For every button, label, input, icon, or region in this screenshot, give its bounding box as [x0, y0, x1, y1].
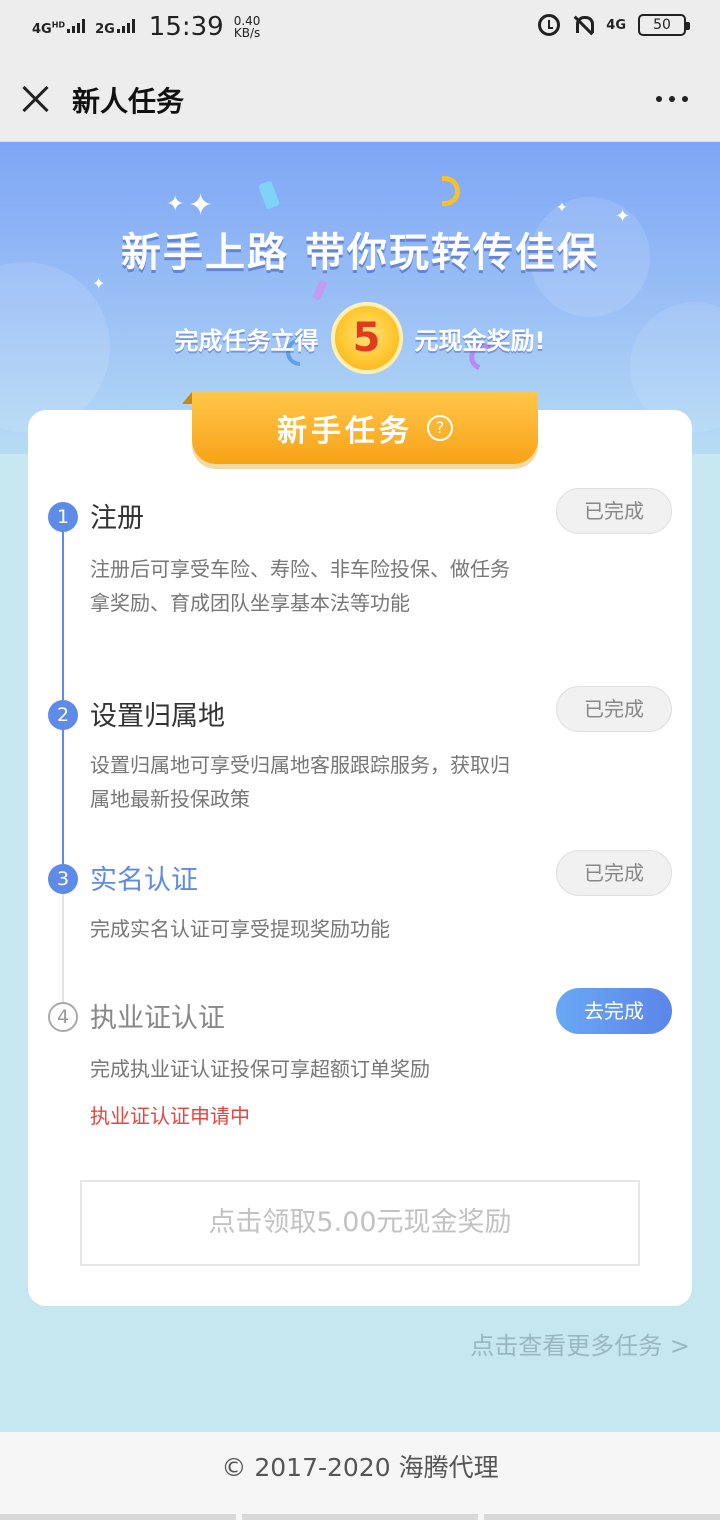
help-icon[interactable]: ? [427, 415, 453, 441]
network-2g-indicator: 2G [95, 18, 135, 36]
task-status: 执业证认证申请中 [90, 1104, 250, 1128]
coin-icon: 5 [330, 302, 403, 374]
task-description: 设置归属地可享受归属地客服跟踪服务，获取归属地最新投保政策 [90, 753, 510, 811]
footer-copyright: © 2017-2020 海腾代理 [0, 1432, 720, 1520]
task-title: 注册 [90, 503, 144, 534]
task-card: 新手任务 ? 1 注册 已完成 注册后可享受车险、寿险、非车险投保、做任务拿奖励… [28, 392, 692, 1306]
battery-icon: 50 [638, 14, 690, 36]
step-number: 3 [48, 864, 78, 894]
confetti-shape [257, 180, 281, 210]
status-time: 15:39 [148, 12, 224, 42]
step-number: 1 [48, 502, 78, 532]
network-4g-indicator: 4GHD [32, 18, 86, 36]
signal-bars-icon [116, 18, 135, 33]
timeline-pending [62, 886, 64, 1020]
completed-button[interactable]: 已完成 [556, 488, 672, 534]
footer-text: © 2017-2020 海腾代理 [221, 1453, 499, 1482]
task-title: 实名认证 [90, 865, 198, 896]
signal-bars-icon [67, 18, 86, 33]
sparkle-icon: ✦ [166, 192, 185, 217]
task-description: 完成执业证认证投保可享超额订单奖励 [90, 1057, 430, 1081]
confetti-shape [442, 176, 460, 206]
task-description: 注册后可享受车险、寿险、非车险投保、做任务拿奖励、育成团队坐享基本法等功能 [90, 557, 510, 615]
task-title: 执业证认证 [90, 1003, 225, 1034]
title-bar: 新人任务 [0, 56, 720, 142]
step-number: 4 [48, 1002, 78, 1032]
notifications-off-icon [572, 14, 595, 36]
card-header-label: 新手任务 [277, 414, 413, 449]
completed-button[interactable]: 已完成 [556, 686, 672, 732]
nav-bar [0, 1514, 720, 1520]
go-complete-button[interactable]: 去完成 [556, 988, 672, 1034]
page-title: 新人任务 [72, 85, 185, 118]
banner-subtitle: 完成任务立得 5 元现金奖励! [0, 302, 720, 374]
banner-title: 新手上路 带你玩转传佳保 [121, 230, 599, 276]
more-tasks-link[interactable]: 点击查看更多任务 > [470, 1326, 690, 1361]
step-number: 2 [48, 700, 78, 730]
alarm-icon [538, 14, 561, 36]
task-description: 完成实名认证可享受提现奖励功能 [90, 917, 390, 941]
network-speed: 0.40 KB/s [233, 14, 261, 40]
close-icon[interactable] [20, 84, 50, 114]
completed-button[interactable]: 已完成 [556, 850, 672, 896]
banner-subtitle-suffix: 元现金奖励! [414, 326, 546, 355]
banner-subtitle-prefix: 完成任务立得 [174, 326, 319, 355]
network-4g-icon: 4G [606, 17, 626, 33]
card-header-tab: 新手任务 ? [182, 392, 538, 464]
status-bar: 4GHD 2G 15:39 0.40 KB/s 4G 50 [0, 0, 720, 56]
sparkle-icon: ✦ [188, 188, 214, 223]
sparkle-icon: ✦ [556, 200, 568, 216]
claim-reward-button[interactable]: 点击领取5.00元现金奖励 [80, 1180, 640, 1266]
task-title: 设置归属地 [90, 701, 225, 732]
confetti-shape [312, 279, 328, 301]
more-options-icon[interactable] [656, 96, 688, 102]
